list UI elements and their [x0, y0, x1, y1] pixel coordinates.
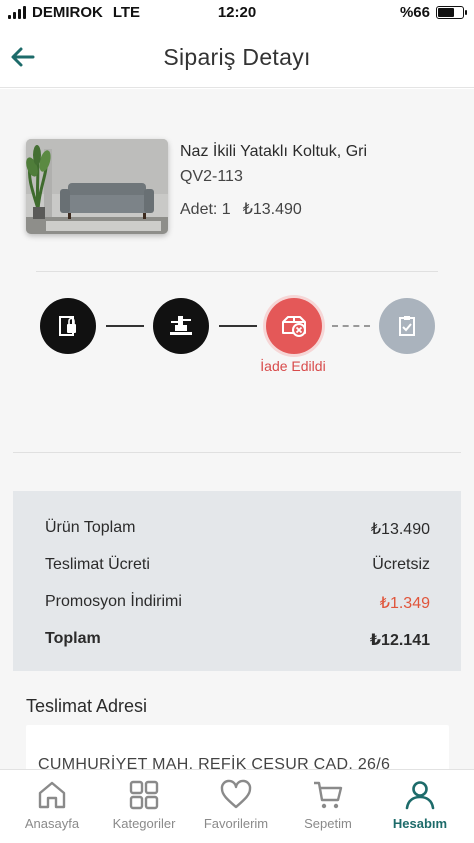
nav-label: Favorilerim [203, 816, 269, 831]
price-summary: Ürün Toplam ₺13.490 Teslimat Ücreti Ücre… [13, 491, 461, 671]
tracking-connector [106, 325, 144, 327]
summary-value-discount: ₺1.349 [379, 595, 430, 612]
summary-value: ₺12.141 [369, 632, 430, 649]
tracking-step-shipped [153, 298, 209, 354]
product-code: QV2-113 [180, 168, 243, 185]
nav-label: Hesabım [392, 816, 448, 831]
tracking-step-prepared [40, 298, 96, 354]
cart-icon [314, 781, 343, 809]
home-icon [38, 781, 66, 809]
user-icon [405, 781, 435, 810]
divider [13, 452, 461, 453]
summary-label: Ürün Toplam [45, 519, 136, 536]
address-card: CUMHURİYET MAH. REFİK CESUR CAD. 26/6 [26, 725, 449, 769]
grid-icon [129, 780, 159, 810]
nav-favorites[interactable]: Favorilerim [189, 778, 283, 831]
summary-row-shipping: Teslimat Ücreti Ücretsiz [45, 556, 430, 574]
product-quantity: Adet: 1 [180, 201, 231, 218]
tracking-step-delivered [379, 298, 435, 354]
battery-info: %66 [399, 4, 467, 21]
nav-categories[interactable]: Kategoriler [97, 778, 191, 831]
heart-icon [220, 779, 252, 809]
box-cancel-icon [282, 316, 306, 337]
summary-row-discount: Promosyon İndirimi ₺1.349 [45, 593, 430, 613]
product-price: ₺13.490 [242, 201, 302, 218]
product-image [26, 139, 168, 234]
package-lock-icon [59, 316, 76, 336]
summary-label: Promosyon İndirimi [45, 593, 182, 610]
order-detail-content: Naz İkili Yataklı Koltuk, Gri QV2-113 Ad… [0, 89, 474, 769]
nav-label: Kategoriler [112, 816, 176, 831]
tracking-connector [219, 325, 257, 327]
summary-label: Teslimat Ücreti [45, 556, 150, 573]
tracking-connector-pending [332, 325, 370, 327]
bottom-nav: Anasayfa Kategoriler Favorilerim Sepetim… [0, 769, 474, 843]
status-bar: DEMIROK LTE 12:20 %66 [0, 0, 474, 26]
nav-label: Sepetim [304, 816, 352, 831]
summary-label: Toplam [45, 630, 101, 647]
nav-cart[interactable]: Sepetim [281, 778, 375, 831]
summary-row-subtotal: Ürün Toplam ₺13.490 [45, 519, 430, 539]
address-title: Teslimat Adresi [26, 696, 148, 716]
page-title: Sipariş Detayı [163, 44, 311, 70]
tracking-status-label: İade Edildi [260, 358, 326, 374]
nav-label: Anasayfa [24, 816, 80, 831]
page-header: Sipariş Detayı [0, 26, 474, 88]
summary-value: Ücretsiz [372, 556, 430, 573]
product-quantity-price: Adet: 1 ₺13.490 [180, 199, 302, 219]
clipboard-check-icon [399, 316, 415, 336]
product-name: Naz İkili Yataklı Koltuk, Gri [180, 143, 368, 160]
summary-value: ₺13.490 [370, 521, 430, 538]
summary-row-total: Toplam ₺12.141 [45, 630, 430, 650]
battery-percent: %66 [399, 4, 430, 21]
tracking-step-returned [266, 298, 322, 354]
address-line: CUMHURİYET MAH. REFİK CESUR CAD. 26/6 [38, 756, 391, 769]
battery-icon [436, 6, 467, 19]
nav-home[interactable]: Anasayfa [5, 778, 99, 831]
order-tracker [0, 298, 474, 378]
divider [36, 271, 438, 272]
order-item[interactable]: Naz İkili Yataklı Koltuk, Gri QV2-113 Ad… [26, 139, 446, 239]
nav-account[interactable]: Hesabım [373, 778, 467, 831]
shipping-station-icon [170, 316, 192, 335]
